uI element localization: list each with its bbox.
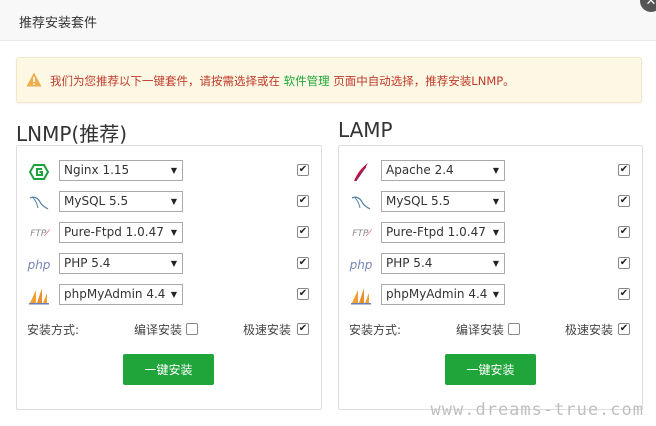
apache-icon xyxy=(349,162,373,182)
phpmyadmin-checkbox[interactable]: ✔ xyxy=(618,288,630,300)
compile-install-checkbox[interactable] xyxy=(186,323,198,335)
phpmyadmin-icon xyxy=(27,286,51,306)
warning-icon xyxy=(26,72,42,87)
ftp-version-select[interactable]: Pure-Ftpd 1.0.47 ▼ xyxy=(381,222,505,243)
lnmp-row-nginx: Nginx 1.15 ▼ ✔ xyxy=(17,160,321,184)
chevron-down-icon: ▼ xyxy=(170,166,177,175)
chevron-down-icon: ▼ xyxy=(492,290,499,299)
lamp-install-button[interactable]: 一键安装 xyxy=(445,354,536,385)
chevron-down-icon: ▼ xyxy=(170,197,177,206)
lamp-title: LAMP xyxy=(338,118,393,142)
ftp-checkbox[interactable]: ✔ xyxy=(618,226,630,238)
recommend-notice: 我们为您推荐以下一键套件，请按需选择或在 软件管理 页面中自动选择，推荐安装LN… xyxy=(16,57,642,103)
nginx-icon xyxy=(27,162,51,182)
compile-install-checkbox[interactable] xyxy=(508,323,520,335)
mysql-icon xyxy=(27,193,51,213)
ftp-icon: FTP ⁄ xyxy=(30,229,48,239)
close-icon: ✕ xyxy=(645,0,656,9)
chevron-down-icon: ▼ xyxy=(492,228,499,237)
lamp-row-ftp: FTP ⁄ Pure-Ftpd 1.0.47 ▼ ✔ xyxy=(339,222,642,246)
php-checkbox[interactable]: ✔ xyxy=(297,257,309,269)
install-method: 安装方式: 编译安装 极速安装 ✔ xyxy=(17,321,321,337)
compile-install-label: 编译安装 xyxy=(456,323,505,337)
chevron-down-icon: ▼ xyxy=(492,197,499,206)
lamp-row-mysql: MySQL 5.5 ▼ ✔ xyxy=(339,191,642,215)
watermark: www.dreams-true.com xyxy=(430,400,644,420)
lnmp-row-mysql: MySQL 5.5 ▼ ✔ xyxy=(17,191,321,215)
mysql-version-select[interactable]: MySQL 5.5 ▼ xyxy=(59,191,183,212)
chevron-down-icon: ▼ xyxy=(492,259,499,268)
notice-prefix: 我们为您推荐以下一键套件，请按需选择或在 xyxy=(50,74,284,88)
chevron-down-icon: ▼ xyxy=(170,228,177,237)
lnmp-row-ftp: FTP ⁄ Pure-Ftpd 1.0.47 ▼ ✔ xyxy=(17,222,321,246)
apache-checkbox[interactable]: ✔ xyxy=(618,164,630,176)
chevron-down-icon: ▼ xyxy=(492,166,499,175)
lnmp-title: LNMP(推荐) xyxy=(16,122,128,146)
ftp-version-select[interactable]: Pure-Ftpd 1.0.47 ▼ xyxy=(59,222,183,243)
dialog-titlebar: 推荐安装套件 xyxy=(0,0,656,41)
php-version-select[interactable]: PHP 5.4 ▼ xyxy=(59,253,183,274)
mysql-checkbox[interactable]: ✔ xyxy=(618,195,630,207)
lamp-panel: Apache 2.4 ▼ ✔ MySQL 5.5 ▼ ✔ FTP ⁄ Pure-Ftp… xyxy=(338,145,643,410)
lamp-row-php: php PHP 5.4 ▼ ✔ xyxy=(339,253,642,277)
mysql-version-select[interactable]: MySQL 5.5 ▼ xyxy=(381,191,505,212)
install-method: 安装方式: 编译安装 极速安装 ✔ xyxy=(339,321,642,337)
apache-version-select[interactable]: Apache 2.4 ▼ xyxy=(381,160,505,181)
chevron-down-icon: ▼ xyxy=(170,290,177,299)
php-checkbox[interactable]: ✔ xyxy=(618,257,630,269)
nginx-checkbox[interactable]: ✔ xyxy=(297,164,309,176)
software-manage-link[interactable]: 软件管理 xyxy=(284,74,330,88)
lnmp-row-php: php PHP 5.4 ▼ ✔ xyxy=(17,253,321,277)
php-icon: php xyxy=(349,258,373,272)
install-method-label: 安装方式: xyxy=(27,323,80,337)
lamp-row-phpmyadmin: phpMyAdmin 4.4 ▼ ✔ xyxy=(339,284,642,308)
notice-message: 我们为您推荐以下一键套件，请按需选择或在 软件管理 页面中自动选择，推荐安装LN… xyxy=(50,73,515,89)
php-icon: php xyxy=(27,258,51,272)
lnmp-row-phpmyadmin: phpMyAdmin 4.4 ▼ ✔ xyxy=(17,284,321,308)
fast-install-label: 极速安装 xyxy=(565,323,614,337)
php-version-select[interactable]: PHP 5.4 ▼ xyxy=(381,253,505,274)
ftp-icon: FTP ⁄ xyxy=(352,229,370,239)
phpmyadmin-version-select[interactable]: phpMyAdmin 4.4 ▼ xyxy=(59,284,183,305)
notice-suffix: 页面中自动选择，推荐安装LNMP。 xyxy=(329,74,515,88)
mysql-checkbox[interactable]: ✔ xyxy=(297,195,309,207)
lnmp-panel: Nginx 1.15 ▼ ✔ MySQL 5.5 ▼ ✔ FTP ⁄ Pure-Ftp… xyxy=(16,145,322,410)
dialog-title: 推荐安装套件 xyxy=(19,16,98,31)
phpmyadmin-version-select[interactable]: phpMyAdmin 4.4 ▼ xyxy=(381,284,505,305)
mysql-icon xyxy=(349,193,373,213)
lamp-row-apache: Apache 2.4 ▼ ✔ xyxy=(339,160,642,184)
lnmp-install-button[interactable]: 一键安装 xyxy=(123,354,214,385)
fast-install-checkbox[interactable]: ✔ xyxy=(618,323,630,335)
install-method-label: 安装方式: xyxy=(349,323,402,337)
phpmyadmin-icon xyxy=(349,286,373,306)
phpmyadmin-checkbox[interactable]: ✔ xyxy=(297,288,309,300)
chevron-down-icon: ▼ xyxy=(170,259,177,268)
fast-install-checkbox[interactable]: ✔ xyxy=(297,323,309,335)
nginx-version-select[interactable]: Nginx 1.15 ▼ xyxy=(59,160,183,181)
ftp-checkbox[interactable]: ✔ xyxy=(297,226,309,238)
compile-install-label: 编译安装 xyxy=(134,323,183,337)
fast-install-label: 极速安装 xyxy=(243,323,292,337)
